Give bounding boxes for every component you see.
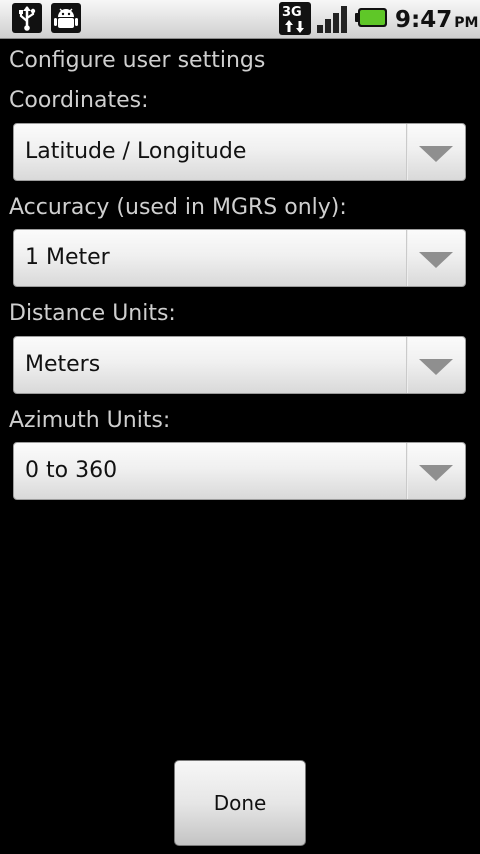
distance-units-value: Meters [25, 352, 101, 377]
coordinates-spinner[interactable]: Latitude / Longitude [13, 123, 466, 181]
signal-strength-icon [316, 4, 350, 34]
spinner-divider [406, 443, 408, 499]
svg-text:3G: 3G [282, 5, 302, 20]
azimuth-units-value: 0 to 360 [25, 458, 118, 483]
spinner-divider [406, 337, 408, 393]
spinner-divider [406, 124, 408, 180]
accuracy-value: 1 Meter [25, 245, 110, 270]
usb-icon [12, 3, 42, 33]
clock: 9:47 PM [395, 4, 478, 36]
coordinates-label: Coordinates: [9, 88, 149, 113]
coordinates-value: Latitude / Longitude [25, 139, 247, 164]
dropdown-arrow-icon [419, 465, 453, 481]
azimuth-units-spinner[interactable]: 0 to 360 [13, 442, 466, 500]
accuracy-label: Accuracy (used in MGRS only): [9, 195, 347, 220]
android-debug-icon [51, 3, 81, 33]
settings-screen: 3G 9:47 PM Configure user settings Coord… [0, 0, 480, 854]
clock-time: 9:47 [395, 7, 453, 33]
accuracy-spinner[interactable]: 1 Meter [13, 229, 466, 287]
page-title: Configure user settings [9, 48, 266, 73]
done-button[interactable]: Done [174, 760, 306, 846]
dropdown-arrow-icon [419, 359, 453, 375]
spinner-divider [406, 230, 408, 286]
dropdown-arrow-icon [419, 252, 453, 268]
clock-ampm: PM [454, 15, 479, 31]
status-bar: 3G 9:47 PM [0, 0, 480, 39]
distance-units-spinner[interactable]: Meters [13, 336, 466, 394]
azimuth-units-label: Azimuth Units: [9, 408, 171, 433]
3g-data-icon: 3G [279, 2, 311, 35]
battery-icon [355, 7, 388, 28]
distance-units-label: Distance Units: [9, 301, 176, 326]
dropdown-arrow-icon [419, 146, 453, 162]
